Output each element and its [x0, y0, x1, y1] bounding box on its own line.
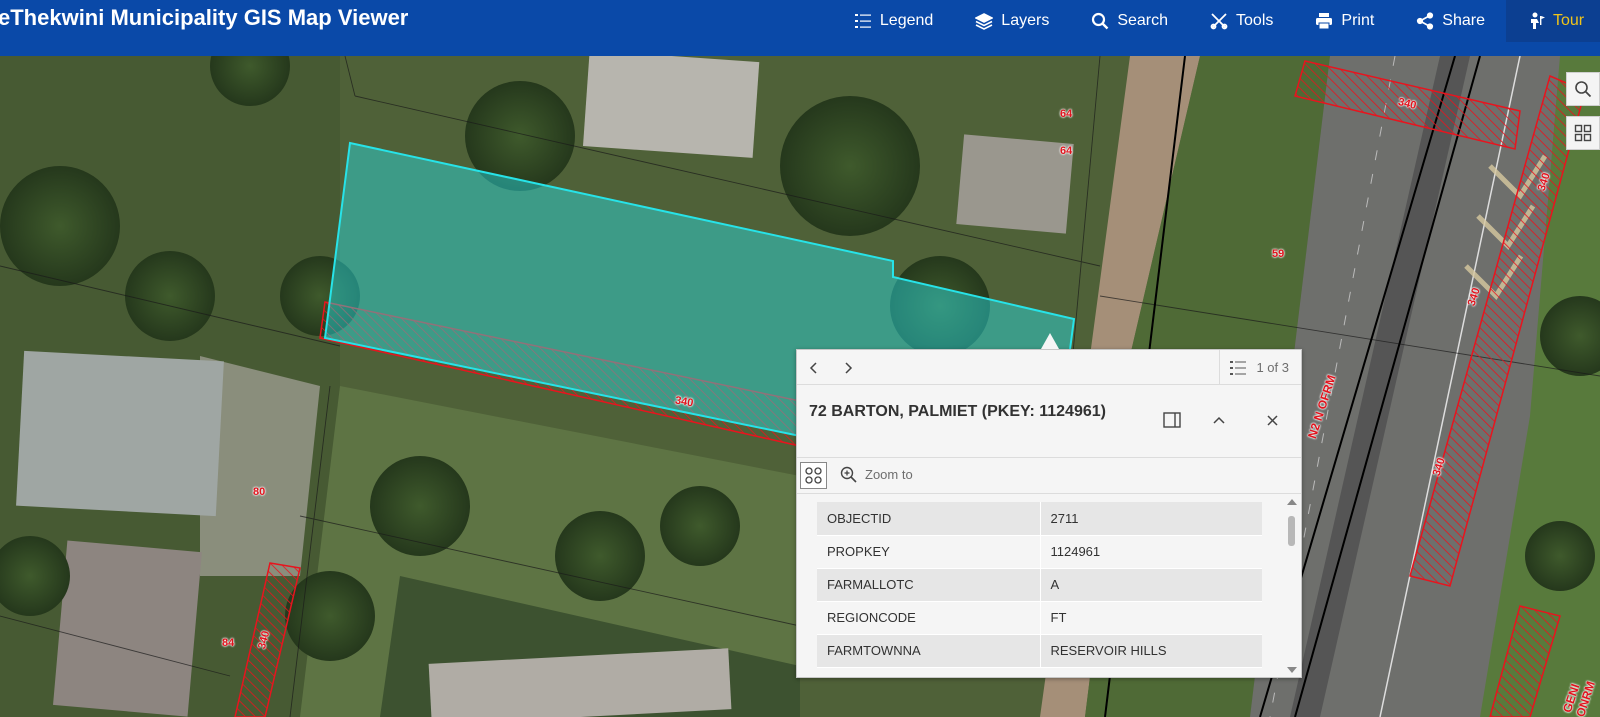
- lot-label: 80: [253, 486, 266, 498]
- chevron-up-icon: [1213, 416, 1225, 424]
- scrollbar-thumb[interactable]: [1288, 516, 1295, 546]
- attribute-key: PROPKEY: [817, 535, 1041, 569]
- feature-list-button[interactable]: 1 of 3: [1219, 350, 1301, 385]
- share-button[interactable]: Share: [1395, 0, 1506, 42]
- scroll-down-arrow[interactable]: [1287, 667, 1297, 673]
- attribute-table: OBJECTID 2711 PROPKEY 1124961 FARMALLOTC A …: [817, 502, 1262, 668]
- lot-label: 84: [222, 637, 235, 649]
- attribute-value: 1124961: [1040, 535, 1262, 569]
- tour-label: Tour: [1553, 12, 1585, 29]
- tour-button[interactable]: Tour: [1506, 0, 1600, 42]
- map-search-button[interactable]: [1566, 72, 1600, 106]
- next-feature-button[interactable]: [831, 350, 865, 385]
- grid-icon: [1574, 124, 1592, 142]
- layers-label: Layers: [1001, 12, 1050, 29]
- zoom-to-label: Zoom to: [865, 467, 913, 482]
- search-icon: [1575, 81, 1592, 98]
- list-icon: [854, 14, 871, 28]
- share-icon: [1417, 12, 1434, 30]
- basemap-gallery-button[interactable]: [1566, 116, 1600, 150]
- tools-label: Tools: [1236, 12, 1274, 29]
- search-icon: [1092, 12, 1109, 30]
- popup-title: 72 BARTON, PALMIET (PKEY: 1124961): [809, 403, 1106, 420]
- chevron-right-icon: [845, 361, 853, 374]
- popup-pointer: [1041, 333, 1059, 349]
- table-row: PROPKEY 1124961: [817, 535, 1262, 569]
- zoom-to-button[interactable]: Zoom to: [840, 466, 913, 483]
- layers-icon: [975, 13, 994, 30]
- lot-label: 64: [1060, 145, 1073, 157]
- lot-label: 64: [1060, 108, 1073, 120]
- zoom-in-icon: [840, 466, 857, 483]
- tour-icon: [1531, 12, 1545, 29]
- lot-label: 59: [1272, 248, 1285, 260]
- table-row: FARMALLOTC A: [817, 568, 1262, 602]
- attribute-panel[interactable]: OBJECTID 2711 PROPKEY 1124961 FARMALLOTC A …: [797, 495, 1303, 679]
- app-header: eThekwini Municipality GIS Map Viewer Le…: [0, 0, 1600, 56]
- legend-label: Legend: [879, 12, 934, 29]
- table-row: OBJECTID 2711: [817, 502, 1262, 536]
- share-label: Share: [1442, 12, 1485, 29]
- tools-button[interactable]: Tools: [1189, 0, 1294, 42]
- print-label: Print: [1341, 12, 1375, 29]
- attribute-key: OBJECTID: [817, 502, 1041, 536]
- table-row: REGIONCODE FT: [817, 601, 1262, 635]
- legend-button[interactable]: Legend: [833, 0, 954, 42]
- table-row: FARMTOWNNA RESERVOIR HILLS: [817, 634, 1262, 668]
- print-icon: [1316, 13, 1333, 30]
- attribute-value: RESERVOIR HILLS: [1040, 634, 1262, 668]
- chevron-left-icon: [809, 361, 817, 374]
- collapse-button[interactable]: [1204, 405, 1234, 435]
- header-nav: Legend Layers Search Tools Print Share T…: [833, 0, 1600, 42]
- search-label: Search: [1117, 12, 1169, 29]
- attribute-value: A: [1040, 568, 1262, 602]
- grid-icon: [805, 467, 822, 484]
- attribute-key: FARMTOWNNA: [817, 634, 1041, 668]
- close-button[interactable]: [1257, 405, 1287, 435]
- list-icon: [1230, 360, 1247, 375]
- app-title: eThekwini Municipality GIS Map Viewer: [0, 5, 409, 30]
- attribute-value: FT: [1040, 601, 1262, 635]
- search-button[interactable]: Search: [1070, 0, 1189, 42]
- scroll-up-arrow[interactable]: [1287, 499, 1297, 505]
- dock-button[interactable]: [1157, 405, 1187, 435]
- dock-icon: [1163, 412, 1181, 428]
- actions-menu-button[interactable]: [800, 462, 827, 489]
- popup-header: 72 BARTON, PALMIET (PKEY: 1124961): [797, 385, 1301, 458]
- tools-icon: [1210, 13, 1228, 30]
- feature-popup: 1 of 3 72 BARTON, PALMIET (PKEY: 1124961…: [796, 349, 1302, 678]
- popup-nav-bar: 1 of 3: [797, 350, 1301, 385]
- layers-button[interactable]: Layers: [954, 0, 1070, 42]
- close-icon: [1266, 414, 1278, 426]
- feature-count: 1 of 3: [1256, 360, 1289, 375]
- attribute-key: REGIONCODE: [817, 601, 1041, 635]
- previous-feature-button[interactable]: [797, 350, 831, 385]
- popup-actions: Zoom to: [797, 458, 1301, 494]
- attribute-value: 2711: [1040, 502, 1262, 536]
- print-button[interactable]: Print: [1294, 0, 1395, 42]
- attribute-key: FARMALLOTC: [817, 568, 1041, 602]
